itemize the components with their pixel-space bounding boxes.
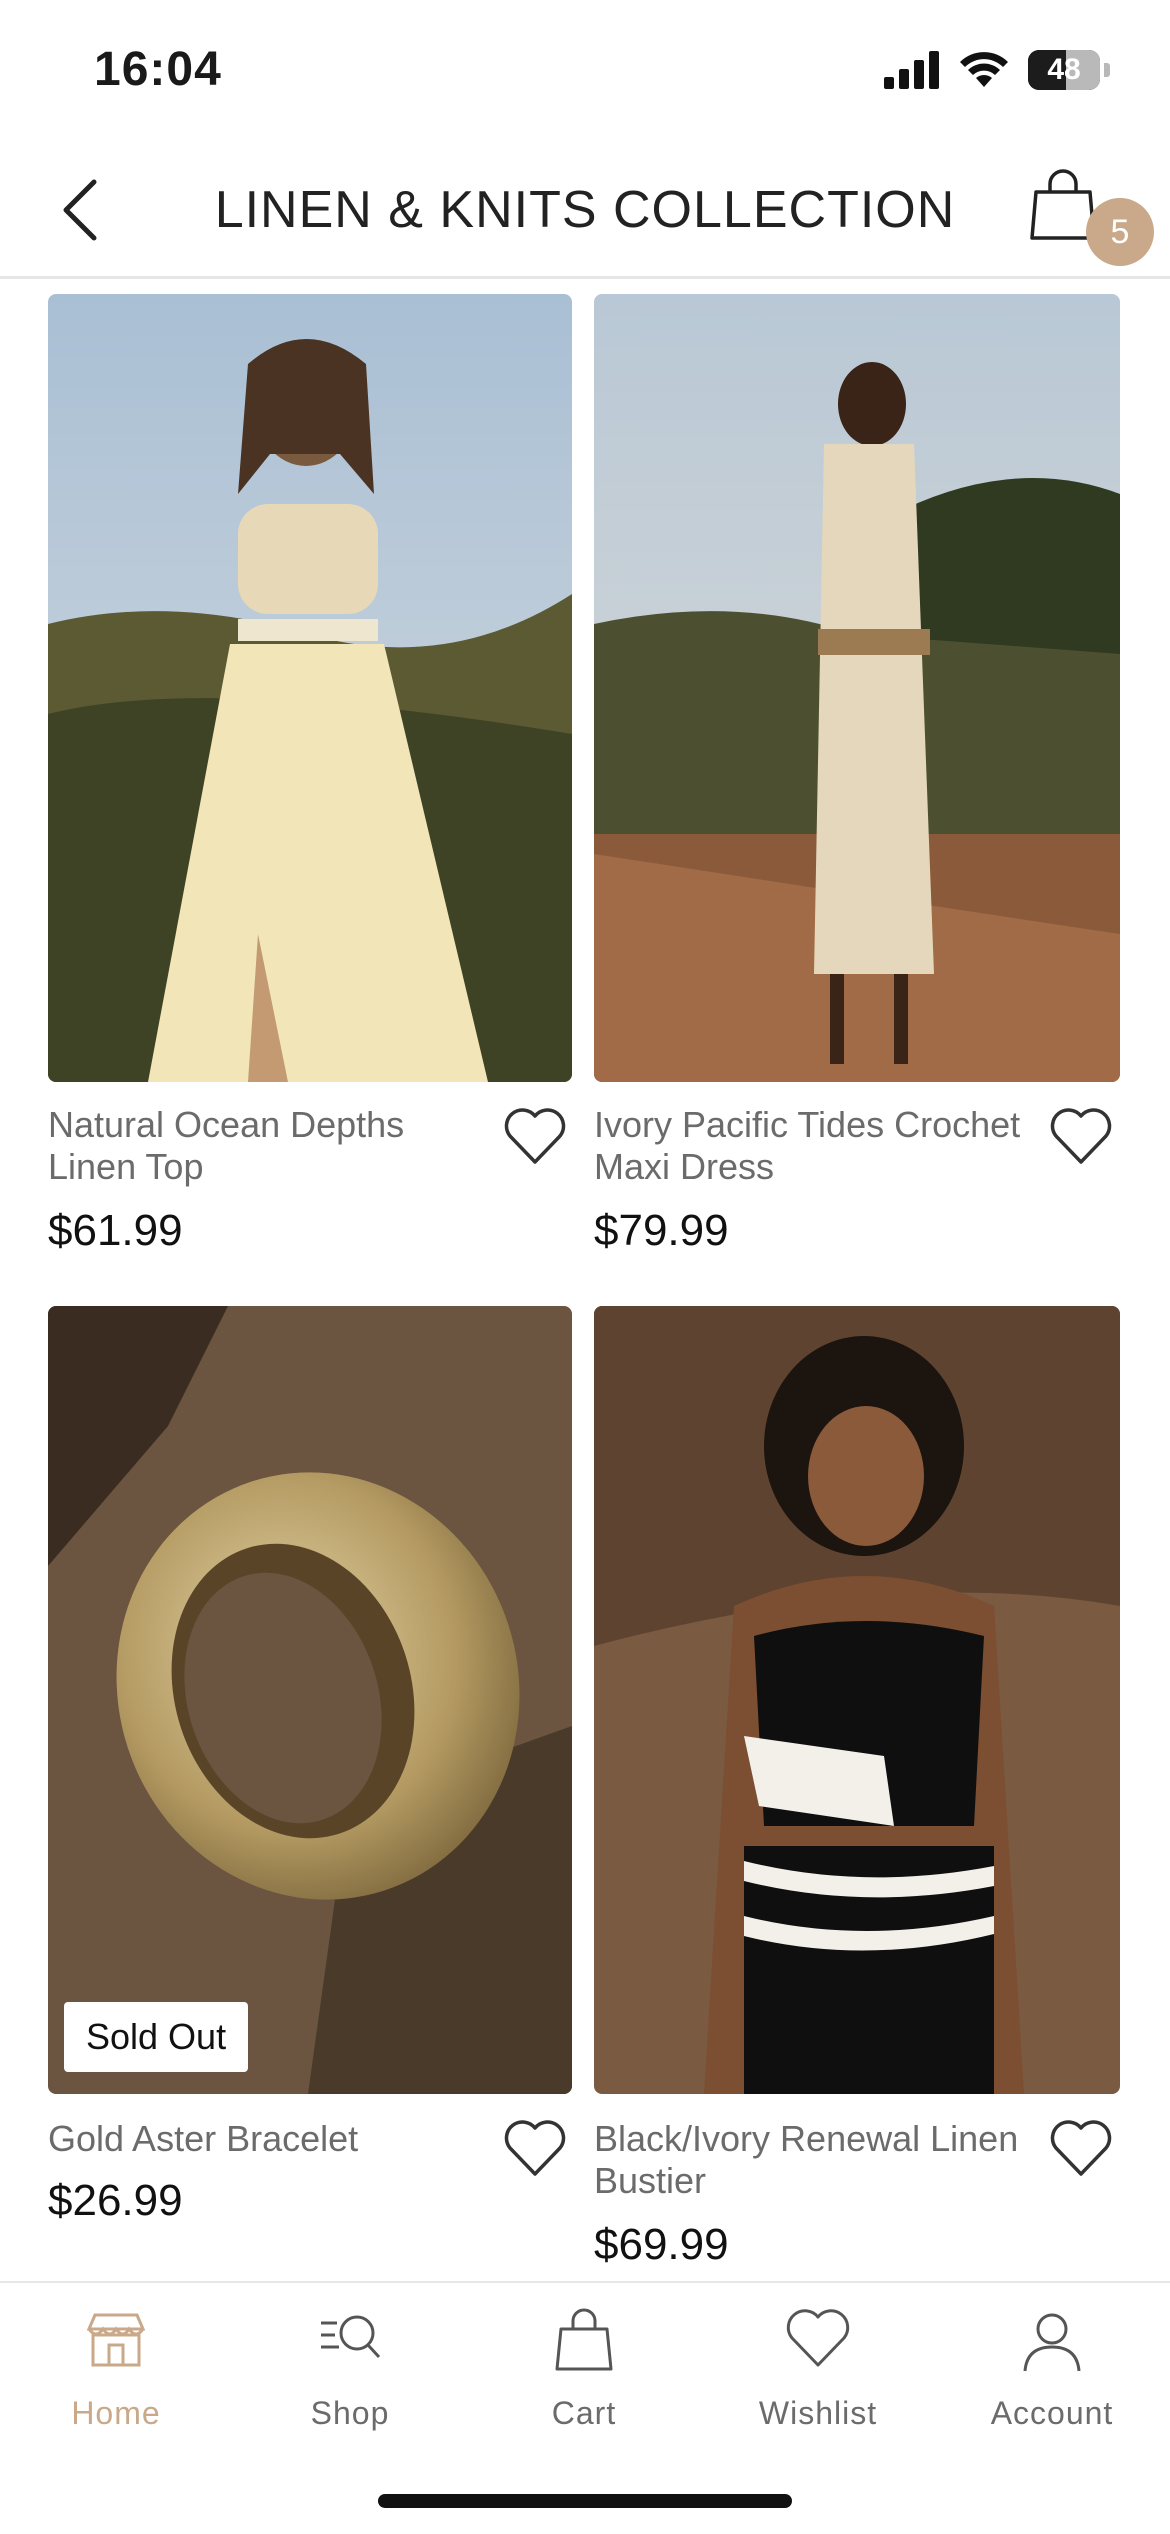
model-photo-crochet-dress [594,294,1120,1082]
battery-level: 48 [1047,53,1081,86]
product-price: $61.99 [48,1206,183,1255]
tab-label: Wishlist [758,2395,878,2431]
product-name[interactable]: Black/Ivory Renewal Linen Bustier [594,2118,1034,2202]
product-image-linen-bustier[interactable] [594,1306,1120,2094]
heart-icon [504,1108,566,1164]
status-icons: 48 [884,50,1110,90]
store-icon [86,2313,146,2367]
wishlist-heart-button[interactable] [1048,1106,1118,1176]
person-icon [1023,2313,1081,2372]
page-title: LINEN & KNITS COLLECTION [214,181,956,239]
tab-account[interactable]: Account [952,2305,1152,2432]
battery-icon: 48 [1028,50,1100,90]
bag-icon [555,2308,613,2371]
search-list-icon [321,2315,381,2359]
tab-shop[interactable]: Shop [250,2305,450,2432]
cart-count-badge: 5 [1086,198,1154,266]
tab-home[interactable]: Home [16,2305,216,2432]
tab-cart[interactable]: Cart [484,2305,684,2432]
sold-out-badge: Sold Out [64,2002,249,2072]
tab-label: Shop [310,2395,390,2431]
header: LINEN & KNITS COLLECTION 5 [0,140,1170,279]
tab-label: Cart [551,2395,617,2431]
status-time: 16:04 [94,43,222,96]
heart-icon [1050,1108,1112,1164]
tab-label: Home [71,2395,161,2431]
model-photo-linen-bustier [594,1306,1120,2094]
home-indicator[interactable] [378,2494,792,2508]
product-price: $69.99 [594,2220,729,2269]
product-price: $26.99 [48,2176,183,2225]
tab-label: Account [990,2395,1114,2431]
bracelet-photo [48,1306,572,2094]
product-name[interactable]: Ivory Pacific Tides Crochet Maxi Dress [594,1104,1034,1188]
heart-icon [786,2309,850,2367]
signal-icon [884,51,939,89]
product-name[interactable]: Natural Ocean Depths Linen Top [48,1104,488,1188]
heart-icon [1050,2120,1112,2176]
product-image-crochet-dress[interactable] [594,294,1120,1082]
product-price: $79.99 [594,1206,729,1255]
heart-icon [504,2120,566,2176]
wishlist-heart-button[interactable] [502,1106,572,1176]
model-photo-linen-top [48,294,572,1082]
wishlist-heart-button[interactable] [1048,2118,1118,2188]
product-image-gold-bracelet[interactable]: Sold Out [48,1306,572,2094]
tab-wishlist[interactable]: Wishlist [718,2305,918,2432]
product-name[interactable]: Gold Aster Bracelet [48,2118,488,2160]
wifi-icon [960,52,1008,87]
status-bar: 16:04 48 [0,0,1170,140]
wishlist-heart-button[interactable] [502,2118,572,2188]
product-image-linen-top[interactable] [48,294,572,1082]
